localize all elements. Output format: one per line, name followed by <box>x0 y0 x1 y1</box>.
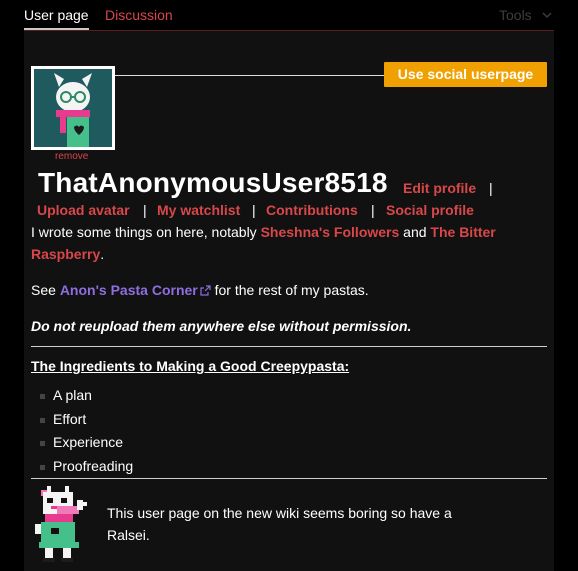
intro-and-text: and <box>399 224 431 240</box>
link-separator: | <box>143 202 147 218</box>
the-bitter-raspberry-link[interactable]: The Bitter <box>430 224 495 240</box>
avatar-image <box>34 69 112 147</box>
avatar[interactable] <box>31 66 115 150</box>
chevron-down-icon[interactable] <box>541 8 553 20</box>
anons-pasta-corner-link[interactable]: Anon's Pasta Corner <box>60 282 198 298</box>
list-item-text: A plan <box>53 387 92 403</box>
see-prefix-text: See <box>31 282 60 298</box>
sheshnas-followers-link[interactable]: Sheshna's Followers <box>261 224 400 240</box>
my-watchlist-link[interactable]: My watchlist <box>157 202 240 218</box>
bullet-icon <box>40 464 45 470</box>
link-separator: | <box>371 202 375 218</box>
page-tabs: User page Discussion Tools <box>0 0 578 32</box>
ralsei-caption: This user page on the new wiki seems bor… <box>107 505 452 543</box>
social-profile-link[interactable]: Social profile <box>386 202 474 218</box>
intro-end-text: . <box>100 246 105 262</box>
tab-discussion[interactable]: Discussion <box>105 7 173 23</box>
link-separator: | <box>252 202 256 218</box>
tools-menu-button[interactable]: Tools <box>499 7 532 23</box>
list-item-text: Experience <box>53 434 124 450</box>
upload-avatar-link[interactable]: Upload avatar <box>37 202 130 218</box>
tab-user-page[interactable]: User page <box>24 7 89 23</box>
ingredients-list: A plan Effort Experience Proofreading <box>40 384 133 478</box>
reupload-warning: Do not reupload them anywhere else witho… <box>31 318 412 334</box>
link-separator: | <box>489 180 493 196</box>
list-item: Experience <box>40 431 133 455</box>
section-heading: The Ingredients to Making a Good Creepyp… <box>31 358 350 374</box>
divider <box>31 478 547 479</box>
list-item: A plan <box>40 384 133 408</box>
the-bitter-raspberry-link-cont[interactable]: Raspberry <box>31 246 100 262</box>
external-link-icon <box>200 280 211 296</box>
username-title: ThatAnonymousUser8518 <box>38 167 388 198</box>
intro-paragraph: I wrote some things on here, notably She… <box>31 221 531 265</box>
ralsei-sprite-image <box>33 486 93 567</box>
header-rule <box>115 75 385 76</box>
bullet-icon <box>40 417 45 423</box>
user-page-content: Use social userpage remove ThatAnonymous… <box>24 30 554 571</box>
intro-text: I wrote some things on here, notably <box>31 224 261 240</box>
divider <box>31 346 547 347</box>
list-item: Effort <box>40 408 133 432</box>
list-item-text: Proofreading <box>53 457 134 474</box>
contributions-link[interactable]: Contributions <box>266 202 358 218</box>
bullet-icon <box>40 394 45 399</box>
list-item-text: Effort <box>53 410 87 427</box>
see-suffix-text: for the rest of my pastas. <box>210 282 369 298</box>
bullet-icon <box>40 441 45 446</box>
edit-profile-link[interactable]: Edit profile <box>403 180 476 196</box>
list-item: Proofreading <box>40 455 133 479</box>
use-social-userpage-button[interactable]: Use social userpage <box>384 62 547 87</box>
see-paragraph: See Anon's Pasta Corner for the rest of … <box>31 279 369 301</box>
remove-avatar-link[interactable]: remove <box>55 151 88 162</box>
